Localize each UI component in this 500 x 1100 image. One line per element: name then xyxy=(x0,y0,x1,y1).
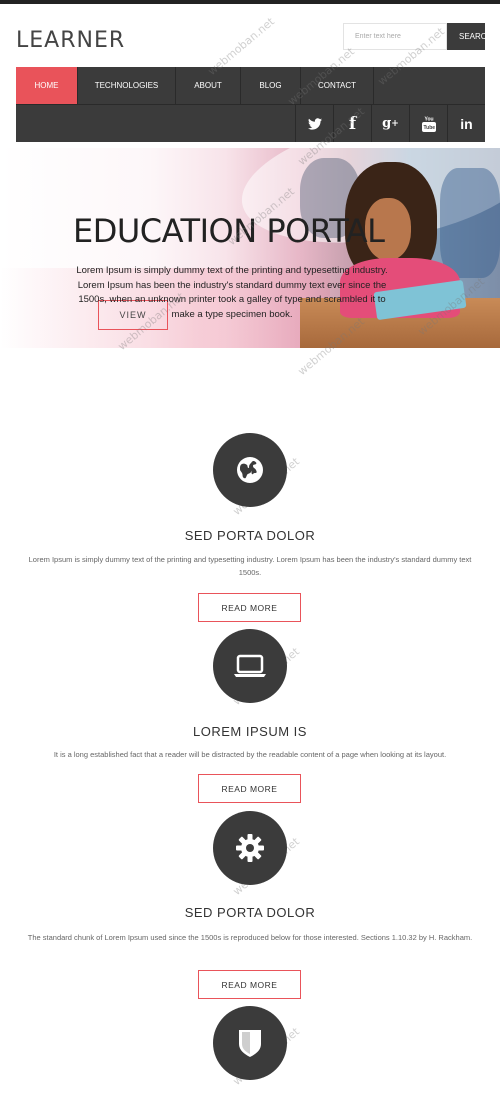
feature-title: SED PORTA DOLOR xyxy=(184,905,316,920)
feature-title: LOREM IPSUM IS xyxy=(193,724,307,739)
google-plus-icon[interactable]: g + xyxy=(371,105,409,142)
read-more-button[interactable]: READ MORE xyxy=(198,970,301,999)
nav-item-blog[interactable]: BLOG xyxy=(241,67,301,104)
feature-description: The standard chunk of Lorem Ipsum used s… xyxy=(27,933,473,942)
nav-item-contact[interactable]: CONTACT xyxy=(301,67,374,104)
linkedin-icon[interactable]: in xyxy=(447,105,485,142)
read-more-button[interactable]: READ MORE xyxy=(198,593,301,622)
hero-decor xyxy=(440,168,500,278)
feature-description: It is a long established fact that a rea… xyxy=(53,750,447,759)
feature-description: Lorem Ipsum is simply dummy text of the … xyxy=(28,555,472,577)
facebook-icon[interactable]: f xyxy=(333,105,371,142)
nav-item-home[interactable]: HOME xyxy=(16,67,78,104)
svg-text:You: You xyxy=(424,116,433,122)
hero-text: Lorem Ipsum is simply dummy text of the … xyxy=(76,265,388,320)
shield-icon xyxy=(213,1006,287,1080)
main-nav: HOME TECHNOLOGIES ABOUT BLOG CONTACT f g… xyxy=(16,67,485,142)
search-input[interactable] xyxy=(343,23,447,50)
read-more-button[interactable]: READ MORE xyxy=(198,774,301,803)
youtube-icon[interactable]: You Tube xyxy=(409,105,447,142)
hero-banner: EDUCATION PORTAL VIEW Lorem Ipsum is sim… xyxy=(0,148,500,348)
twitter-icon[interactable] xyxy=(295,105,333,142)
svg-text:Tube: Tube xyxy=(423,125,435,131)
laptop-icon xyxy=(213,629,287,703)
social-links: f g + You Tube in xyxy=(295,105,485,142)
top-rule xyxy=(0,0,500,4)
hero-title: EDUCATION PORTAL xyxy=(73,212,385,250)
nav-item-technologies[interactable]: TECHNOLOGIES xyxy=(78,67,176,104)
feature-title: SED PORTA DOLOR xyxy=(184,528,316,543)
globe-icon xyxy=(213,433,287,507)
nav-item-about[interactable]: ABOUT xyxy=(176,67,241,104)
search-button[interactable]: SEARCH xyxy=(447,23,485,50)
gear-icon xyxy=(213,811,287,885)
site-logo[interactable]: LEARNER xyxy=(16,28,125,53)
search-form: SEARCH xyxy=(343,23,485,50)
